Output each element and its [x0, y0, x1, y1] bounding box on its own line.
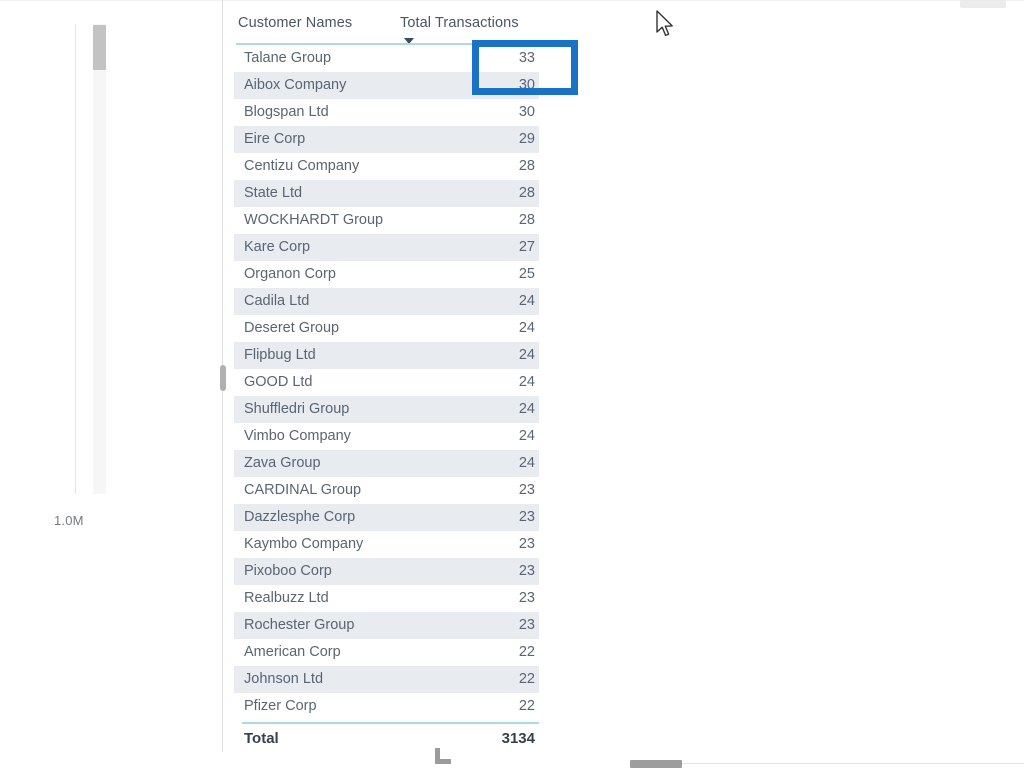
- cell-total-transactions: 24: [518, 320, 535, 336]
- cell-customer-name: Cadila Ltd: [244, 293, 310, 309]
- cell-total-transactions: 24: [518, 293, 535, 309]
- cell-total-transactions: 27: [518, 239, 535, 255]
- cell-customer-name: CARDINAL Group: [244, 482, 362, 498]
- cell-customer-name: Vimbo Company: [244, 428, 351, 444]
- table-row[interactable]: Deseret Group 24: [234, 315, 539, 342]
- cell-total-transactions: 24: [518, 401, 535, 417]
- column-header-total-transactions[interactable]: Total Transactions: [400, 15, 519, 31]
- page-bottom-divider: [682, 763, 1024, 764]
- table-row[interactable]: Realbuzz Ltd 23: [234, 585, 539, 612]
- total-value: 3134: [501, 730, 535, 747]
- table-row[interactable]: Pixoboo Corp 23: [234, 558, 539, 585]
- cell-total-transactions: 22: [518, 698, 535, 714]
- cell-customer-name: Kaymbo Company: [244, 536, 364, 552]
- cell-total-transactions: 23: [518, 509, 535, 525]
- cell-customer-name: Organon Corp: [244, 266, 336, 282]
- cell-total-transactions: 23: [518, 590, 535, 606]
- cell-customer-name: Flipbug Ltd: [244, 347, 316, 363]
- cell-total-transactions: 24: [518, 374, 535, 390]
- cell-total-transactions: 30: [518, 104, 535, 120]
- cell-total-transactions: 24: [518, 428, 535, 444]
- cell-customer-name: Zava Group: [244, 455, 321, 471]
- table-body: Talane Group 33 Aibox Company 30 Blogspan Lt…: [228, 45, 539, 720]
- cell-total-transactions: 22: [518, 644, 535, 660]
- left-chart-scrollbar-track[interactable]: [93, 24, 106, 494]
- table-row[interactable]: Zava Group 24: [234, 450, 539, 477]
- top-right-clipped-control[interactable]: [960, 0, 1006, 8]
- table-row[interactable]: Vimbo Company 24: [234, 423, 539, 450]
- cell-customer-name: WOCKHARDT Group: [244, 212, 384, 228]
- cell-total-transactions: 24: [518, 347, 535, 363]
- table-row[interactable]: Shuffledri Group 24: [234, 396, 539, 423]
- mouse-cursor: [656, 10, 673, 37]
- table-row[interactable]: Blogspan Ltd 30: [234, 99, 539, 126]
- cell-customer-name: Pixoboo Corp: [244, 563, 332, 579]
- table-row[interactable]: Cadila Ltd 24: [234, 288, 539, 315]
- cell-customer-name: Shuffledri Group: [244, 401, 350, 417]
- cell-customer-name: Eire Corp: [244, 131, 306, 147]
- cell-customer-name: Dazzlesphe Corp: [244, 509, 356, 525]
- axis-tick-label-1m: 1.0M: [54, 513, 84, 528]
- cell-customer-name: Johnson Ltd: [244, 671, 324, 687]
- cell-total-transactions: 30: [518, 77, 535, 93]
- table-row[interactable]: Organon Corp 25: [234, 261, 539, 288]
- cell-customer-name: Blogspan Ltd: [244, 104, 329, 120]
- cell-customer-name: Kare Corp: [244, 239, 311, 255]
- cell-customer-name: GOOD Ltd: [244, 374, 313, 390]
- cell-total-transactions: 23: [518, 482, 535, 498]
- table-visual[interactable]: Customer Names Total Transactions Talane…: [220, 0, 542, 768]
- transactions-table: Customer Names Total Transactions Talane…: [228, 0, 539, 754]
- table-header-row: Customer Names Total Transactions: [228, 0, 539, 45]
- table-row[interactable]: Kare Corp 27: [234, 234, 539, 261]
- left-chart-scrollbar-thumb[interactable]: [93, 25, 106, 70]
- visual-resize-handle[interactable]: [435, 748, 451, 764]
- cell-total-transactions: 28: [518, 185, 535, 201]
- table-row[interactable]: Rochester Group 23: [234, 612, 539, 639]
- table-row[interactable]: State Ltd 28: [234, 180, 539, 207]
- table-row[interactable]: American Corp 22: [234, 639, 539, 666]
- cell-total-transactions: 23: [518, 617, 535, 633]
- table-row[interactable]: Dazzlesphe Corp 23: [234, 504, 539, 531]
- left-chart-axis-line: [75, 24, 76, 494]
- cell-customer-name: Pfizer Corp: [244, 698, 317, 714]
- cell-total-transactions: 24: [518, 455, 535, 471]
- cell-customer-name: Centizu Company: [244, 158, 360, 174]
- table-total-row: Total 3134: [234, 724, 539, 754]
- report-canvas: 1.0M Customer Names Total Transactions T…: [0, 0, 1024, 768]
- table-row[interactable]: Eire Corp 29: [234, 126, 539, 153]
- cell-total-transactions: 23: [518, 536, 535, 552]
- column-header-customer-names[interactable]: Customer Names: [238, 15, 352, 31]
- cell-total-transactions: 33: [518, 50, 535, 66]
- table-row[interactable]: Flipbug Ltd 24: [234, 342, 539, 369]
- table-row[interactable]: CARDINAL Group 23: [234, 477, 539, 504]
- cell-total-transactions: 22: [518, 671, 535, 687]
- table-row[interactable]: Talane Group 33: [234, 45, 539, 72]
- table-row[interactable]: Aibox Company 30: [234, 72, 539, 99]
- cell-customer-name: Talane Group: [244, 50, 332, 66]
- cell-customer-name: American Corp: [244, 644, 341, 660]
- cell-total-transactions: 25: [518, 266, 535, 282]
- cell-customer-name: Aibox Company: [244, 77, 347, 93]
- cell-customer-name: Deseret Group: [244, 320, 340, 336]
- cell-total-transactions: 23: [518, 563, 535, 579]
- cell-total-transactions: 28: [518, 212, 535, 228]
- cell-total-transactions: 28: [518, 158, 535, 174]
- table-row[interactable]: Johnson Ltd 22: [234, 666, 539, 693]
- cell-customer-name: State Ltd: [244, 185, 303, 201]
- page-horizontal-scrollbar-thumb[interactable]: [630, 760, 682, 768]
- cell-customer-name: Realbuzz Ltd: [244, 590, 329, 606]
- table-row[interactable]: Pfizer Corp 22: [234, 693, 539, 720]
- table-row[interactable]: Kaymbo Company 23: [234, 531, 539, 558]
- cell-total-transactions: 29: [518, 131, 535, 147]
- table-row[interactable]: GOOD Ltd 24: [234, 369, 539, 396]
- table-row[interactable]: Centizu Company 28: [234, 153, 539, 180]
- table-vertical-scrollbar-thumb[interactable]: [220, 365, 226, 391]
- table-row[interactable]: WOCKHARDT Group 28: [234, 207, 539, 234]
- cell-customer-name: Rochester Group: [244, 617, 355, 633]
- total-label: Total: [244, 730, 279, 747]
